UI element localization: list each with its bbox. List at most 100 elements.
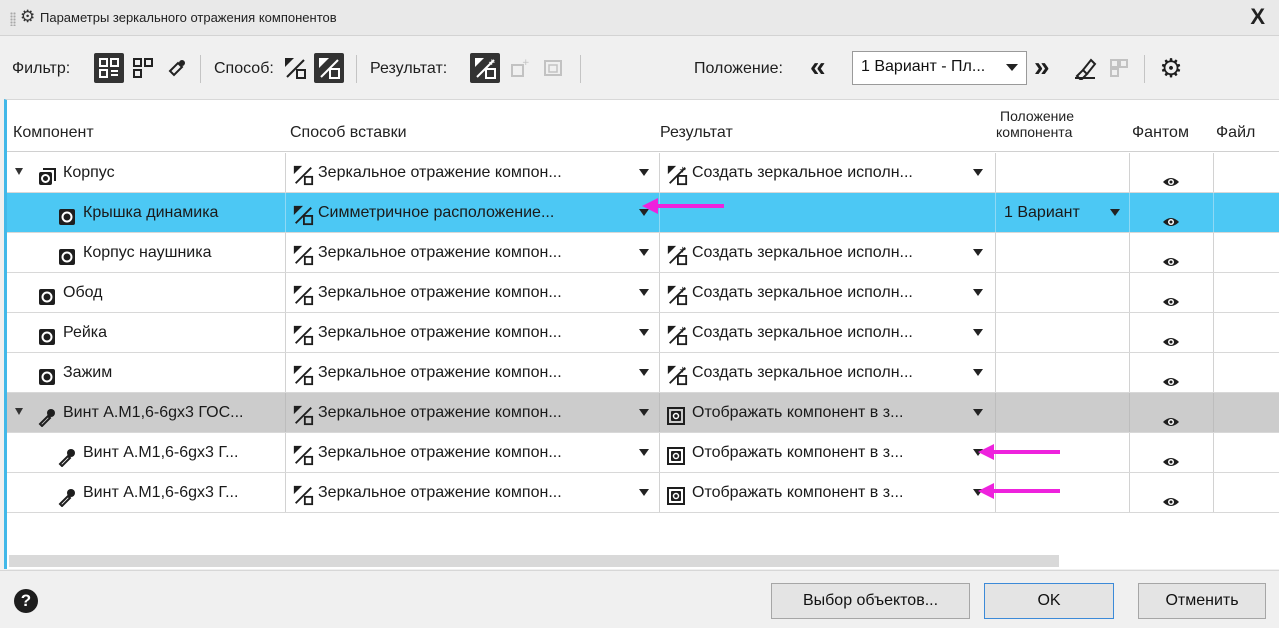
create-mirror-icon: + (666, 362, 688, 386)
result-dropdown[interactable]: + Создать зеркальное исполн... (660, 273, 996, 312)
result-dropdown[interactable]: Отображать компонент в з... (660, 433, 996, 472)
svg-text:+: + (679, 284, 687, 295)
position-library-button[interactable] (1104, 53, 1134, 83)
component-cell[interactable]: Зажим (7, 353, 286, 392)
eye-icon[interactable] (1162, 445, 1180, 466)
edit-position-icon (1075, 58, 1097, 80)
select-objects-button[interactable]: Выбор объектов... (771, 583, 970, 619)
mirror-method-icon (292, 402, 314, 426)
component-cell[interactable]: Корпус наушника (7, 233, 286, 272)
toolbar-separator (580, 55, 581, 83)
header-phantom[interactable]: Фантом (1132, 124, 1189, 142)
phantom-cell[interactable] (1130, 233, 1214, 272)
next-position-button[interactable]: » (1034, 52, 1049, 82)
component-cell[interactable]: Рейка (7, 313, 286, 352)
result-dropdown[interactable]: + Создать зеркальное исполн... (660, 153, 996, 192)
table-row[interactable]: Обод Зеркальное отражение компон... + Созда… (7, 273, 1279, 313)
filter-fasteners-button[interactable] (162, 53, 192, 83)
method-dropdown[interactable]: Зеркальное отражение компон... (286, 473, 660, 512)
result-dropdown[interactable]: + Создать зеркальное исполн... (660, 313, 996, 352)
table-row[interactable]: Винт А.М1,6-6gx3 Г... Зеркальное отражени… (7, 473, 1279, 513)
drag-grip-icon[interactable] (10, 12, 16, 26)
eye-icon[interactable] (1162, 165, 1180, 186)
header-result[interactable]: Результат (660, 124, 733, 142)
header-method[interactable]: Способ вставки (290, 124, 407, 142)
phantom-cell[interactable] (1130, 273, 1214, 312)
position-cell (996, 353, 1130, 392)
part-icon (57, 203, 77, 225)
eye-icon[interactable] (1162, 285, 1180, 306)
settings-button[interactable]: ⚙ (1156, 53, 1186, 83)
filter-components-button[interactable] (128, 53, 158, 83)
cancel-button[interactable]: Отменить (1138, 583, 1266, 619)
method-mirror-button[interactable] (280, 53, 310, 83)
edit-position-button[interactable] (1070, 53, 1100, 83)
eye-icon[interactable] (1162, 485, 1180, 506)
table-row[interactable]: Корпус наушника Зеркальное отражение комп… (7, 233, 1279, 273)
eye-icon[interactable] (1162, 365, 1180, 386)
table-row[interactable]: Рейка Зеркальное отражение компон... + Созд… (7, 313, 1279, 353)
result-dropdown[interactable]: + Создать зеркальное исполн... (660, 353, 996, 392)
eye-icon[interactable] (1162, 245, 1180, 266)
result-show-button[interactable] (538, 53, 568, 83)
horizontal-scrollbar[interactable] (9, 555, 1059, 567)
component-cell[interactable]: Винт А.М1,6-6gx3 ГОС... (7, 393, 286, 432)
component-cell[interactable]: Крышка динамика (7, 193, 286, 232)
header-file[interactable]: Файл (1216, 124, 1255, 142)
title-bar[interactable]: ⚙ Параметры зеркального отражения компон… (0, 0, 1279, 36)
method-dropdown[interactable]: Зеркальное отражение компон... (286, 273, 660, 312)
result-dropdown[interactable]: Отображать компонент в з... (660, 473, 996, 512)
eye-icon[interactable] (1162, 325, 1180, 346)
result-value: Отображать компонент в з... (692, 444, 904, 461)
dialog-title: Параметры зеркального отражения компонен… (40, 10, 337, 25)
header-component[interactable]: Компонент (13, 124, 94, 142)
chevron-down-icon (639, 289, 649, 296)
expand-toggle-icon[interactable] (15, 408, 23, 415)
method-dropdown[interactable]: Зеркальное отражение компон... (286, 313, 660, 352)
help-button[interactable]: ? (14, 589, 38, 613)
result-dropdown[interactable]: + Создать зеркальное исполн... (660, 233, 996, 272)
table-row[interactable]: Корпус Зеркальное отражение компон... + Соз… (7, 153, 1279, 193)
method-dropdown[interactable]: Зеркальное отражение компон... (286, 353, 660, 392)
header-position-line1[interactable]: Положение (1000, 108, 1074, 124)
phantom-cell[interactable] (1130, 473, 1214, 512)
position-cell[interactable]: 1 Вариант (996, 193, 1130, 232)
method-dropdown[interactable]: Зеркальное отражение компон... (286, 433, 660, 472)
ok-button[interactable]: OK (984, 583, 1114, 619)
table-row[interactable]: Винт А.М1,6-6gx3 ГОС... Зеркальное отраже… (7, 393, 1279, 433)
table-row[interactable]: Зажим Зеркальное отражение компон... + Созд… (7, 353, 1279, 393)
header-position-line2[interactable]: компонента (996, 124, 1072, 140)
previous-position-button[interactable]: « (810, 52, 825, 82)
table-row[interactable]: Винт А.М1,6-6gx3 Г... Зеркальное отражени… (7, 433, 1279, 473)
phantom-cell[interactable] (1130, 353, 1214, 392)
component-cell[interactable]: Корпус (7, 153, 286, 192)
method-dropdown[interactable]: Зеркальное отражение компон... (286, 153, 660, 192)
result-create-copy-button[interactable]: + (504, 53, 534, 83)
phantom-cell[interactable] (1130, 433, 1214, 472)
phantom-cell[interactable] (1130, 153, 1214, 192)
filter-tree-button[interactable] (94, 53, 124, 83)
result-create-mirror-button[interactable]: + (470, 53, 500, 83)
method-dropdown[interactable]: Зеркальное отражение компон... (286, 393, 660, 432)
file-cell (1214, 433, 1279, 472)
eye-icon[interactable] (1162, 405, 1180, 426)
component-cell[interactable]: Обод (7, 273, 286, 312)
close-button[interactable]: X (1250, 4, 1265, 30)
phantom-cell[interactable] (1130, 393, 1214, 432)
method-dropdown[interactable]: Зеркальное отражение компон... (286, 233, 660, 272)
component-cell[interactable]: Винт А.М1,6-6gx3 Г... (7, 433, 286, 472)
mirror-method-icon (285, 58, 306, 79)
position-select[interactable]: 1 Вариант - Пл... (852, 51, 1027, 85)
method-dropdown[interactable]: Симметричное расположение... (286, 193, 660, 232)
phantom-cell[interactable] (1130, 313, 1214, 352)
file-cell (1214, 393, 1279, 432)
chevron-down-icon (639, 249, 649, 256)
eye-icon[interactable] (1162, 205, 1180, 226)
result-dropdown[interactable]: Отображать компонент в з... (660, 393, 996, 432)
phantom-cell[interactable] (1130, 193, 1214, 232)
create-mirror-icon: + (475, 58, 496, 79)
component-cell[interactable]: Винт А.М1,6-6gx3 Г... (7, 473, 286, 512)
chevron-down-icon (973, 329, 983, 336)
method-symmetric-button[interactable] (314, 53, 344, 83)
expand-toggle-icon[interactable] (15, 168, 23, 175)
